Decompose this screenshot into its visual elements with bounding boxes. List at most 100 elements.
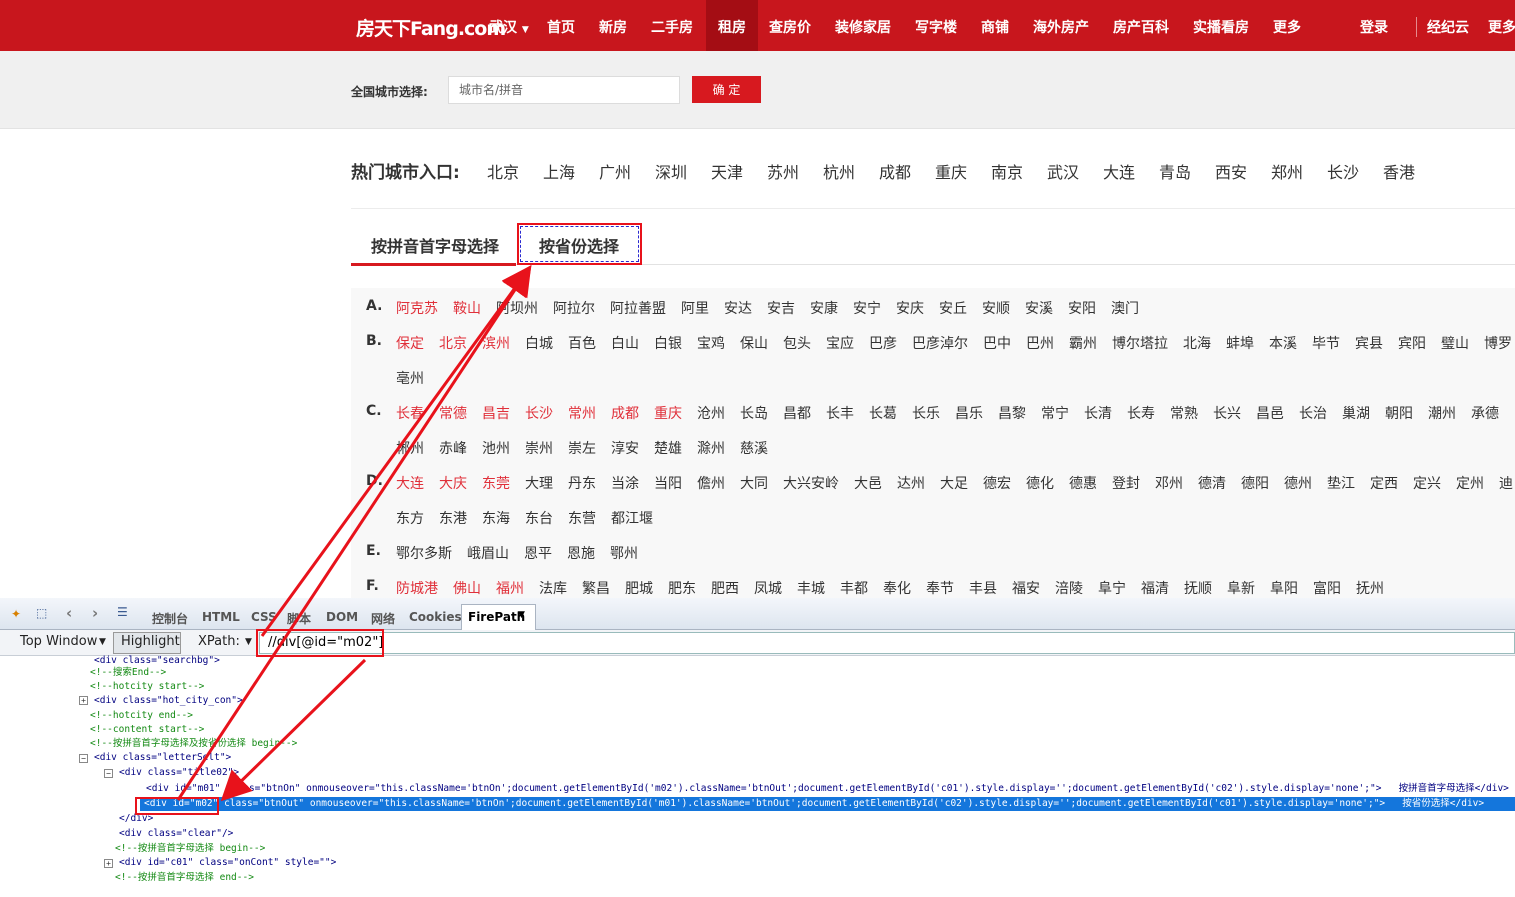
city-link[interactable]: 朝阳 [1385,403,1413,423]
hot-city-link[interactable]: 天津 [711,159,743,183]
hot-city-link[interactable]: 南京 [991,159,1023,183]
city-link[interactable]: 安康 [810,298,838,318]
city-link[interactable]: 阿里 [681,298,709,318]
city-link[interactable]: 滁州 [697,438,725,458]
city-link[interactable]: 慈溪 [740,438,768,458]
city-link[interactable]: 北海 [1183,333,1211,353]
city-link[interactable]: 大理 [525,473,553,493]
city-link[interactable]: 巢湖 [1342,403,1370,423]
city-link[interactable]: 定兴 [1413,473,1441,493]
login-link[interactable]: 登录 [1360,0,1388,51]
city-link[interactable]: 达州 [897,473,925,493]
city-link[interactable]: 昌邑 [1256,403,1284,423]
city-link[interactable]: 佛山 [453,578,481,598]
hot-city-link[interactable]: 香港 [1383,159,1415,183]
nav-extra-more[interactable]: 更多 [1488,0,1515,51]
city-link[interactable]: 德清 [1198,473,1226,493]
city-link[interactable]: 安丘 [939,298,967,318]
city-link[interactable]: 保山 [740,333,768,353]
city-link[interactable]: 池州 [482,438,510,458]
nav-item-decor[interactable]: 装修家居 [835,0,891,51]
city-link[interactable]: 肥东 [668,578,696,598]
city-link[interactable]: 当涂 [611,473,639,493]
city-link[interactable]: 福州 [496,578,524,598]
expand-icon[interactable]: + [79,696,88,705]
city-link[interactable]: 丰都 [840,578,868,598]
firebug-icon[interactable]: ✦ [11,607,21,621]
code-line[interactable]: <div id="m01" class="btnOn" onmouseover=… [146,782,1509,796]
xpath-input[interactable]: //div[@id="m02"] [259,632,1515,654]
tab-firepath[interactable]: FirePath [468,610,525,624]
city-link[interactable]: 峨眉山 [467,543,509,563]
city-link[interactable]: 安宁 [853,298,881,318]
nav-item-price[interactable]: 查房价 [769,0,811,51]
city-link[interactable]: 阜宁 [1098,578,1126,598]
city-link[interactable]: 东海 [482,508,510,528]
tab-script[interactable]: 脚本 [287,610,311,627]
city-link[interactable]: 大邑 [854,473,882,493]
city-link[interactable]: 滨州 [482,333,510,353]
city-link[interactable]: 大连 [396,473,424,493]
city-link[interactable]: 巴中 [983,333,1011,353]
hot-city-link[interactable]: 苏州 [767,159,799,183]
tab-net[interactable]: 网络 [371,610,395,627]
city-link[interactable]: 东台 [525,508,553,528]
city-link[interactable]: 昌都 [783,403,811,423]
hot-city-link[interactable]: 北京 [487,159,519,183]
city-link[interactable]: 登封 [1112,473,1140,493]
city-link[interactable]: 大庆 [439,473,467,493]
city-search-input[interactable] [448,76,680,104]
city-link[interactable]: 德州 [1284,473,1312,493]
city-link[interactable]: 承德 [1471,403,1499,423]
city-link[interactable]: 东莞 [482,473,510,493]
city-link[interactable]: 安溪 [1025,298,1053,318]
city-link[interactable]: 大足 [940,473,968,493]
code-line[interactable]: <div id="c01" class="onCont" style=""> [119,856,336,870]
tab-pinyin[interactable]: 按拼音首字母选择 [371,233,499,257]
city-link[interactable]: 巴州 [1026,333,1054,353]
city-link[interactable]: 长寿 [1127,403,1155,423]
nav-item-live[interactable]: 实播看房 [1193,0,1249,51]
nav-item-home[interactable]: 首页 [547,0,575,51]
city-link[interactable]: 奉化 [883,578,911,598]
city-link[interactable]: 长丰 [826,403,854,423]
city-link[interactable]: 恩施 [567,543,595,563]
tab-dom[interactable]: DOM [326,610,358,624]
forward-icon[interactable]: › [92,604,98,622]
top-window-selector[interactable]: Top Window [20,634,97,649]
code-line[interactable]: <div class="hot_city_con"> [94,694,243,708]
hot-city-link[interactable]: 长沙 [1327,159,1359,183]
city-link[interactable]: 法库 [539,578,567,598]
city-link[interactable]: 丰城 [797,578,825,598]
city-link[interactable]: 昌乐 [955,403,983,423]
nav-item-second-hand[interactable]: 二手房 [651,0,693,51]
hot-city-link[interactable]: 武汉 [1047,159,1079,183]
nav-item-office[interactable]: 写字楼 [915,0,957,51]
inspect-icon[interactable]: ⬚ [36,606,47,620]
hot-city-link[interactable]: 郑州 [1271,159,1303,183]
city-link[interactable]: 东方 [396,508,424,528]
city-selector[interactable]: 武汉 ▼ [489,0,529,51]
city-link[interactable]: 毕节 [1312,333,1340,353]
hot-city-link[interactable]: 成都 [879,159,911,183]
city-link[interactable]: 富阳 [1313,578,1341,598]
city-link[interactable]: 安达 [724,298,752,318]
city-link[interactable]: 德阳 [1241,473,1269,493]
city-link[interactable]: 长清 [1084,403,1112,423]
city-link[interactable]: 宝鸡 [697,333,725,353]
city-link[interactable]: 迪 [1499,473,1513,493]
code-line[interactable]: <div class="clear"/> [119,827,233,841]
collapse-icon[interactable]: − [79,754,88,763]
nav-item-rent[interactable]: 租房 [706,0,758,51]
nav-item-overseas[interactable]: 海外房产 [1033,0,1089,51]
city-link[interactable]: 长春 [396,403,424,423]
hot-city-link[interactable]: 广州 [599,159,631,183]
city-link[interactable]: 安顺 [982,298,1010,318]
city-link[interactable]: 本溪 [1269,333,1297,353]
city-link[interactable]: 博尔塔拉 [1112,333,1168,353]
city-link[interactable]: 当阳 [654,473,682,493]
city-link[interactable]: 北京 [439,333,467,353]
city-link[interactable]: 包头 [783,333,811,353]
city-link[interactable]: 德宏 [983,473,1011,493]
hot-city-link[interactable]: 深圳 [655,159,687,183]
